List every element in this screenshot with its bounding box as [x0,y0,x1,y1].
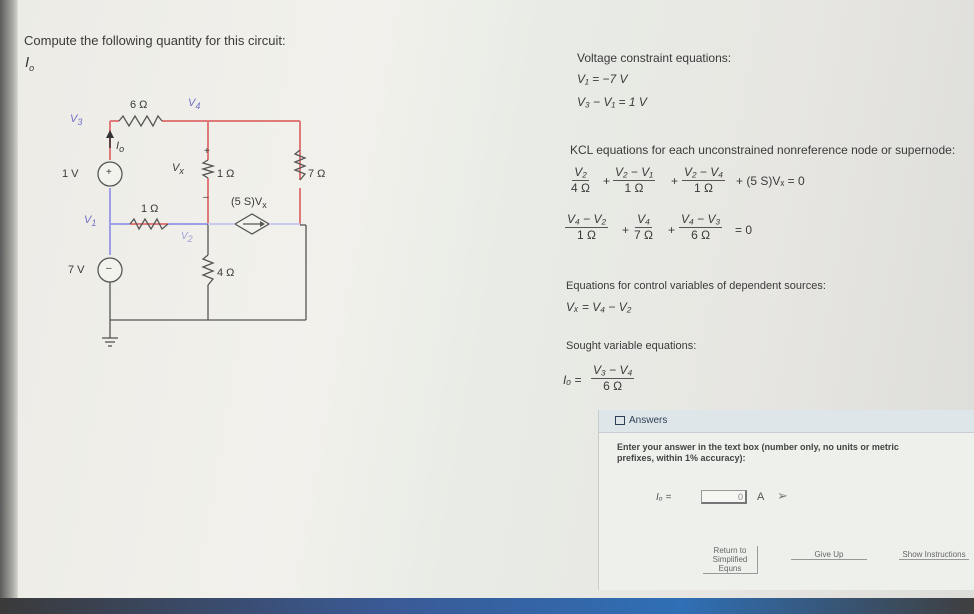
give-up-button[interactable]: Give Up [791,550,867,560]
kcl2-tail: = 0 [735,223,753,237]
kcl1-tail: + (5 S)Vₓ = 0 [736,174,805,188]
answer-instructions: Enter your answer in the text box (numbe… [617,442,899,463]
control-label-vx: Vx [172,162,184,177]
io-current-arrow [106,130,114,148]
taskbar [0,598,974,614]
source-1v-polarity: + [106,167,112,178]
source-7v-polarity: – [106,263,112,274]
current-label-io: Io [116,140,125,155]
dependent-source-label: (5 S)Vx [231,196,267,211]
answer-io-label: Iₒ = [656,492,672,503]
kcl1-term1: V₂ 4 Ω [571,165,590,195]
photo-left-edge [0,0,18,614]
kcl2-plus-1: + [622,223,630,237]
sought-lhs: Iₒ = [563,373,582,387]
answers-panel: Answers Enter your answer in the text bo… [598,410,974,590]
mouse-cursor-icon: ➢ [777,488,788,503]
kcl2-term3: V₄ − V₃ 6 Ω [679,212,723,242]
answer-unit: A [757,491,765,503]
resistor-6ohm [118,114,163,128]
kcl2-plus-2: + [668,223,676,237]
resistor-1ohm-left-label: 1 Ω [141,203,159,215]
control-equation-1: Vₓ = V₄ − V₂ [566,300,632,314]
sought-fraction: V₃ − V₄ 6 Ω [591,363,635,393]
circuit-wires-dark [102,224,307,347]
question-quantity: Io [25,54,35,73]
voltage-constraint-1: V₁ = −7 V [577,72,628,86]
kcl1-plus-2: + [671,174,679,188]
resistor-4ohm-label: 4 Ω [217,267,235,279]
node-label-v3: V3 [70,113,83,128]
vx-minus-sign: – [203,192,209,203]
source-7v-label: 7 V [68,264,85,276]
kcl1-term3: V₂ − V₄ 1 Ω [682,165,726,195]
answer-input[interactable] [701,490,747,504]
show-instructions-button[interactable]: Show Instructions [899,550,969,560]
node-label-v1: V1 [84,214,97,229]
circuit-wires [109,120,301,225]
node-label-v4: V4 [188,97,201,112]
kcl1-term2: V₂ − V₁ 1 Ω [613,165,656,195]
voltage-constraint-2: V₃ − V₁ = 1 V [577,95,647,109]
source-1v-label: 1 V [62,168,79,180]
return-to-simplified-button[interactable]: Return to Simplified Equns [703,546,758,574]
sought-variable-header: Sought variable equations: [566,340,697,352]
resistor-1ohm-vertical [200,159,216,179]
vx-plus-sign: + [204,146,210,157]
dependent-current-source [233,213,271,235]
resistor-6ohm-label: 6 Ω [130,99,148,111]
kcl2-term1: V₄ − V₂ 1 Ω [565,212,609,242]
circuit-wires-blue [109,188,208,255]
resistor-4ohm [201,254,215,286]
resistor-1ohm-vertical-label: 1 Ω [217,168,235,180]
kcl-header: KCL equations for each unconstrained non… [570,143,956,157]
answers-header: Answers [599,410,974,433]
kcl2-term2: V₄ 7 Ω [634,212,653,242]
window-icon [615,415,625,425]
node-label-v2: V2 [181,231,193,244]
control-variables-header: Equations for control variables of depen… [566,280,826,292]
voltage-constraints-header: Voltage constraint equations: [577,51,732,65]
kcl1-plus-1: + [603,174,611,188]
question-prompt: Compute the following quantity for this … [24,33,286,48]
resistor-7ohm-label: 7 Ω [308,168,326,180]
